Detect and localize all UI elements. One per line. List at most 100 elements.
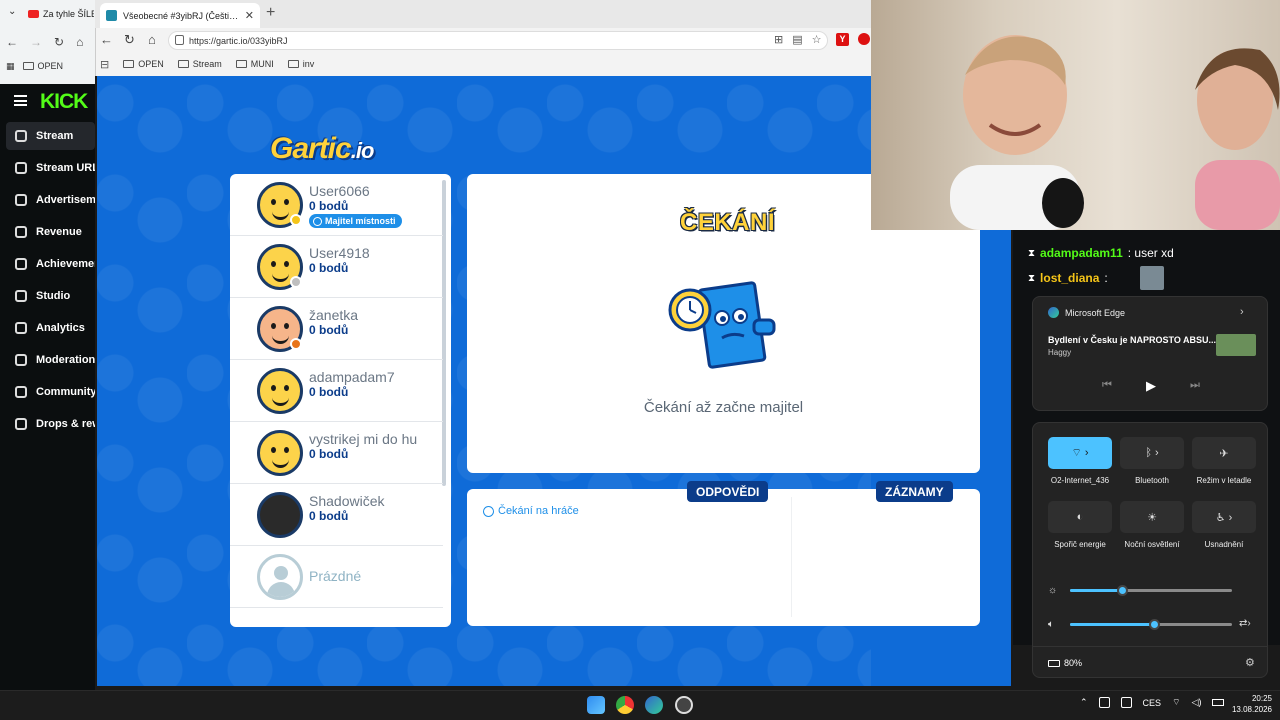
media-next-source-icon[interactable]: ›	[1240, 306, 1244, 318]
home-icon[interactable]: ⌂	[76, 35, 83, 49]
player-row[interactable]: Shadowiček 0 bodů	[230, 484, 443, 546]
kick-nav-item-7[interactable]: Moderation	[6, 346, 95, 374]
chat-text: : user xd	[1127, 246, 1174, 260]
next-track-icon[interactable]: ⏭	[1190, 379, 1200, 392]
keyboard-language[interactable]: CES	[1143, 698, 1162, 708]
kick-nav-item-4[interactable]: Achievements	[6, 250, 95, 278]
media-title: Bydlení v Česku je NAPROSTO ABSU...	[1048, 335, 1217, 345]
bookmark-folder-inv[interactable]: inv	[287, 59, 314, 69]
bookmark-folder-muni[interactable]: MUNI	[235, 59, 274, 69]
night-light-tile-label: Noční osvětlení	[1124, 540, 1180, 549]
player-avatar	[257, 368, 303, 414]
play-icon[interactable]: ▶	[1146, 378, 1156, 394]
player-row[interactable]: User6066 0 bodů Majitel místnosti	[230, 174, 443, 236]
bookmark-folder-open[interactable]: OPEN	[123, 59, 164, 69]
player-row[interactable]: vystrikej mi do hu 0 bodů	[230, 422, 443, 484]
chrome-icon[interactable]	[616, 696, 634, 714]
tray-app-2-icon[interactable]	[1120, 697, 1132, 708]
gartic-logo[interactable]: Gartic.io	[270, 132, 374, 166]
chat-message: ⧗ lost_diana:	[1028, 271, 1108, 285]
wifi-icon[interactable]: ⌔	[1172, 697, 1180, 708]
studio-icon	[15, 290, 27, 302]
site-info-lock-icon[interactable]	[175, 35, 184, 45]
audio-output-icon[interactable]: ⇄›	[1239, 618, 1251, 629]
app-install-icon[interactable]: ⊞	[774, 33, 783, 46]
airplane-mode-tile[interactable]: ✈	[1192, 437, 1256, 469]
battery-status[interactable]: 80%	[1048, 658, 1082, 668]
night-light-tile[interactable]: ☀	[1120, 501, 1184, 533]
youtube-icon	[28, 10, 39, 18]
folder-icon	[123, 60, 135, 68]
tab-answers[interactable]: ODPOVĚDI	[687, 481, 769, 502]
player-avatar	[257, 492, 303, 538]
speaker-icon[interactable]: ◁)	[1192, 697, 1202, 708]
background-browser-tab[interactable]: Za tyhle ŠÍLE	[28, 4, 94, 24]
extension-y-icon[interactable]: Y	[836, 33, 849, 46]
timeout-icon[interactable]: ⧗	[1028, 248, 1035, 259]
kick-nav-item-9[interactable]: Drops & rewards	[6, 410, 95, 438]
brightness-slider-thumb[interactable]	[1116, 585, 1128, 596]
wifi-tile-label: O2-Internet_436	[1050, 476, 1110, 485]
reader-mode-icon[interactable]: ▤	[792, 33, 802, 46]
edge-taskbar-icon[interactable]	[645, 696, 663, 714]
tab-records[interactable]: ZÁZNAMY	[876, 481, 953, 502]
info-icon	[483, 505, 494, 517]
broadcast-icon	[15, 130, 27, 142]
kick-nav-item-6[interactable]: Analytics	[6, 314, 95, 342]
bluetooth-tile[interactable]: ᛒ ›	[1120, 437, 1184, 469]
extension-red-icon[interactable]	[858, 33, 870, 45]
energy-saver-tile-label: Spořič energie	[1054, 540, 1106, 549]
settings-gear-icon[interactable]: ⚙	[1245, 656, 1255, 669]
forward-arrow-icon[interactable]: →	[30, 35, 42, 49]
kick-nav-label: Moderation	[36, 354, 95, 366]
start-windows-icon[interactable]	[587, 696, 605, 714]
close-tab-icon[interactable]: ✕	[245, 9, 254, 22]
new-tab-plus-icon[interactable]: +	[266, 4, 275, 22]
kick-nav-item-8[interactable]: Community	[6, 378, 95, 406]
previous-track-icon[interactable]: ⏮	[1102, 379, 1112, 392]
kick-logo[interactable]: KICK	[40, 90, 88, 114]
airplane-mode-tile-label: Režim v letadle	[1196, 476, 1252, 485]
tray-app-icon[interactable]	[1098, 697, 1110, 708]
wifi-tile[interactable]: ⌔ ›	[1048, 437, 1112, 469]
reload-icon[interactable]: ↻	[124, 32, 135, 48]
media-artist: Haggy	[1048, 348, 1072, 357]
back-arrow-icon[interactable]: ←	[6, 35, 18, 49]
energy-saver-tile[interactable]: ◐	[1048, 501, 1112, 533]
system-clock[interactable]: 20:25 13.08.2026	[1226, 693, 1272, 715]
favorite-star-icon[interactable]: ☆	[812, 33, 822, 46]
accessibility-tile[interactable]: ♿ ›	[1192, 501, 1256, 533]
timeout-icon[interactable]: ⧗	[1028, 273, 1035, 284]
tab-actions-icon[interactable]: ⊟	[100, 58, 109, 71]
bookmark-folder-stream[interactable]: Stream	[177, 59, 222, 69]
player-row[interactable]: User4918 0 bodů	[230, 236, 443, 298]
folder-icon	[235, 60, 247, 68]
player-row[interactable]: žanetka 0 bodů	[230, 298, 443, 360]
home-icon[interactable]: ⌂	[148, 32, 156, 47]
owner-icon	[313, 216, 322, 226]
back-arrow-icon[interactable]: ←	[100, 32, 113, 47]
kick-nav-item-0[interactable]: Stream	[6, 122, 95, 150]
battery-tray-icon[interactable]	[1212, 699, 1225, 706]
hamburger-menu-icon[interactable]	[14, 95, 27, 106]
chat-username[interactable]: adampadam11	[1040, 246, 1123, 260]
player-row[interactable]: Prázdné	[230, 546, 443, 608]
bluetooth-tile-label: Bluetooth	[1135, 476, 1169, 485]
kick-nav-item-3[interactable]: Revenue	[6, 218, 95, 246]
obs-icon[interactable]	[675, 696, 693, 714]
browser-tab-gartic[interactable]: Všeobecné #3yibRJ (Čeština) - Gartic ✕	[100, 3, 260, 28]
player-points: 0 bodů	[309, 447, 349, 461]
tray-overflow-chevron-icon[interactable]: ⌃	[1080, 697, 1088, 708]
chat-username[interactable]: lost_diana	[1040, 271, 1099, 285]
kick-nav-item-1[interactable]: Stream URL	[6, 154, 95, 182]
address-bar[interactable]: https://gartic.io/033yibRJ	[168, 31, 828, 50]
bookmark-open[interactable]: OPEN	[22, 61, 63, 71]
kick-nav-item-2[interactable]: Advertisement	[6, 186, 95, 214]
tab-list-chevron-icon[interactable]: ⌄	[8, 6, 16, 17]
player-name: vystrikej mi do hu	[309, 431, 418, 447]
volume-icon[interactable]: 🔈︎	[1048, 619, 1054, 630]
apps-grid-icon[interactable]: ▦	[6, 61, 15, 72]
kick-nav-item-5[interactable]: Studio	[6, 282, 95, 310]
player-row[interactable]: adampadam7 0 bodů	[230, 360, 443, 422]
reload-icon[interactable]: ↻	[54, 35, 64, 49]
